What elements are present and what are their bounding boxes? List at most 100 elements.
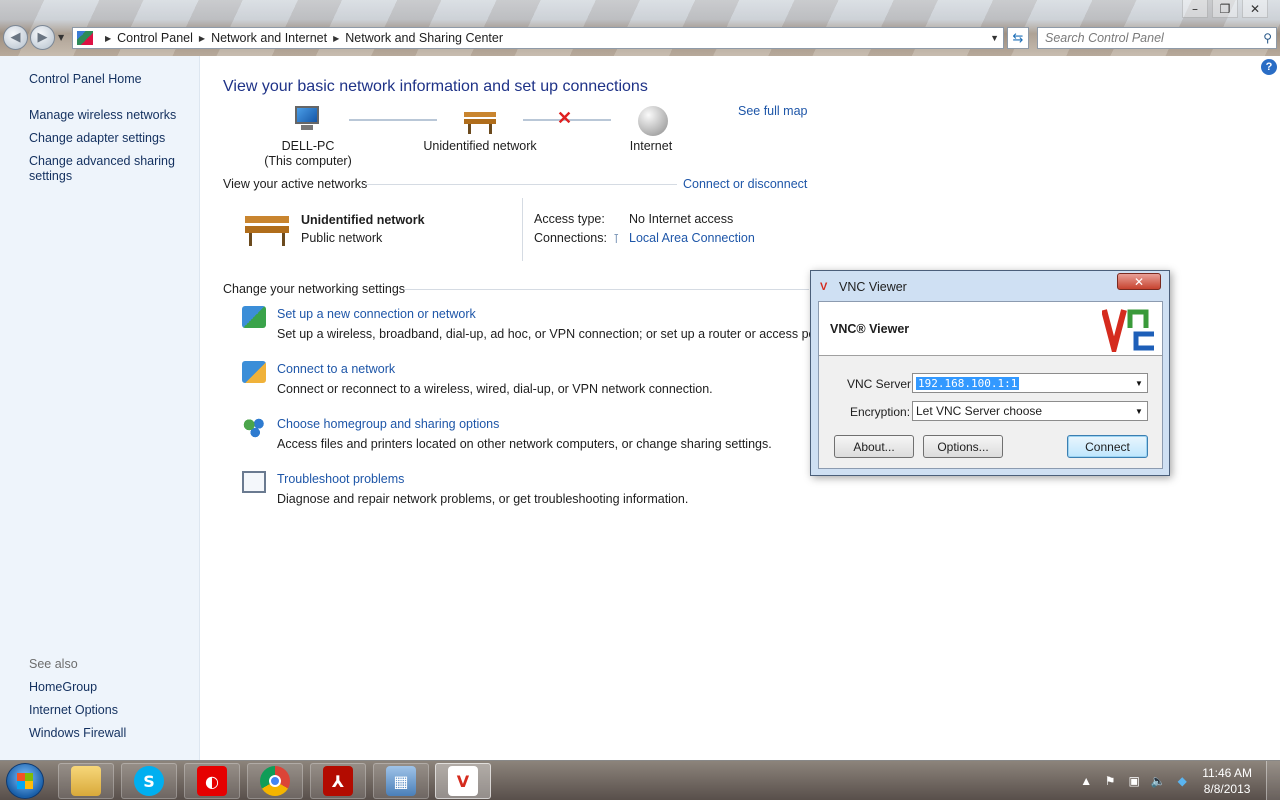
ethernet-plug-icon: ⊺ [613,232,620,246]
taskbar-network-center[interactable]: ▦ [373,763,429,799]
map-internet-label: Internet [629,139,673,153]
connect-to-network-desc: Connect or reconnect to a wireless, wire… [277,382,713,396]
vnc-server-combobox[interactable]: 192.168.100.1:1 ▼ [912,373,1148,393]
computer-icon[interactable] [291,106,323,132]
new-connection-icon [242,306,266,328]
encryption-value: Let VNC Server choose [916,404,1043,418]
sidebar-change-advanced-sharing[interactable]: Change advanced sharing settings [29,154,179,184]
dropbox-icon[interactable]: ◆ [1173,774,1191,788]
search-input[interactable]: Search Control Panel ⚲ [1037,27,1277,49]
breadcrumb-separator-icon[interactable]: ▶ [199,34,205,43]
vnc-logo-icon [1102,309,1154,352]
see-also-heading: See also [29,657,78,671]
sidebar-control-panel-home[interactable]: Control Panel Home [29,72,142,87]
search-icon[interactable]: ⚲ [1263,31,1272,45]
help-icon[interactable]: ? [1261,59,1277,75]
active-networks-heading: View your active networks [223,177,368,191]
window-titlebar: – ❐ ✕ ◀ ▶ ▼ ▶ Control Panel ▶ Network an… [0,0,1280,56]
connections-label: Connections: [534,231,607,245]
address-dropdown-icon[interactable]: ▼ [990,33,999,43]
windows-logo-icon [17,773,33,789]
chevron-down-icon[interactable]: ▼ [1131,407,1147,416]
network-bench-icon[interactable] [464,108,496,134]
divider [404,289,809,290]
show-desktop-button[interactable] [1266,761,1280,800]
minimize-button[interactable]: – [1182,0,1208,18]
system-tray: ▲ ⚑ ▣ 🔈 ◆ 11:46 AM 8/8/2013 [1074,761,1280,800]
taskbar-vodafone[interactable]: ◐ [184,763,240,799]
options-button[interactable]: Options... [923,435,1003,458]
see-full-map-link[interactable]: See full map [738,104,807,118]
network-icon[interactable]: ▣ [1125,774,1143,788]
page-title: View your basic network information and … [223,78,648,95]
vnc-server-label: VNC Server: [847,377,915,391]
breadcrumb-separator-icon[interactable]: ▶ [333,34,339,43]
taskbar-chrome[interactable] [247,763,303,799]
dialog-header-title: VNC® Viewer [830,322,910,336]
change-settings-heading: Change your networking settings [223,282,406,296]
sidebar-change-adapter-settings[interactable]: Change adapter settings [29,131,165,146]
sidebar-homegroup[interactable]: HomeGroup [29,680,97,695]
taskbar-acrobat[interactable]: ⅄ [310,763,366,799]
connect-button[interactable]: Connect [1067,435,1148,458]
homegroup-sharing-link[interactable]: Choose homegroup and sharing options [277,417,499,431]
back-button[interactable]: ◀ [3,25,28,50]
internet-globe-icon[interactable] [638,106,668,136]
taskbar-vnc-viewer[interactable]: V [435,763,491,799]
taskbar: S ◐ ⅄ ▦ V ▲ ⚑ ▣ 🔈 ◆ 11:46 AM 8/8/2013 [0,760,1280,800]
restore-button[interactable]: ❐ [1212,0,1238,18]
computer-name: DELL-PC [281,139,335,153]
connect-to-network-link[interactable]: Connect to a network [277,362,395,376]
sidebar-windows-firewall[interactable]: Windows Firewall [29,726,126,741]
sidebar-manage-wireless-networks[interactable]: Manage wireless networks [29,108,176,123]
vnc-viewer-dialog: V VNC Viewer ✕ VNC® Viewer VNC Server: 1… [810,270,1170,476]
access-type-label: Access type: [534,212,605,226]
sidebar: Control Panel Home Manage wireless netwo… [0,56,200,760]
dialog-header: VNC® Viewer [819,302,1162,356]
sidebar-internet-options[interactable]: Internet Options [29,703,118,718]
map-network-label: Unidentified network [423,139,537,153]
taskbar-explorer[interactable] [58,763,114,799]
dialog-title: VNC Viewer [839,280,907,294]
refresh-button[interactable]: ⇆ [1007,27,1029,49]
window-controls: – ❐ ✕ [1178,0,1268,18]
map-computer-label: DELL-PC (This computer) [253,139,363,169]
active-network-name: Unidentified network [301,213,425,227]
vnc-icon: V [448,766,478,796]
troubleshoot-link[interactable]: Troubleshoot problems [277,472,404,486]
breadcrumb-separator-icon[interactable]: ▶ [105,34,111,43]
forward-button[interactable]: ▶ [30,25,55,50]
taskbar-skype[interactable]: S [121,763,177,799]
skype-icon: S [134,766,164,796]
clock-time: 11:46 AM [1202,766,1252,780]
recent-pages-dropdown[interactable]: ▼ [58,33,64,42]
active-network-bench-icon [245,212,289,246]
refresh-icon: ⇆ [1012,30,1024,46]
volume-icon[interactable]: 🔈 [1149,774,1167,788]
vnc-app-icon: V [820,281,828,293]
chrome-icon [260,766,290,796]
show-hidden-icons-icon[interactable]: ▲ [1077,774,1095,788]
vnc-server-value[interactable]: 192.168.100.1:1 [916,376,1020,390]
active-network-type[interactable]: Public network [301,231,382,245]
breadcrumb-network-and-internet[interactable]: Network and Internet [211,31,327,45]
chevron-down-icon[interactable]: ▼ [1131,379,1147,388]
troubleshoot-desc: Diagnose and repair network problems, or… [277,492,689,506]
acrobat-icon: ⅄ [323,766,353,796]
divider [365,184,677,185]
dialog-close-button[interactable]: ✕ [1117,273,1161,290]
action-center-flag-icon[interactable]: ⚑ [1101,774,1119,788]
setup-new-connection-link[interactable]: Set up a new connection or network [277,307,476,321]
connect-or-disconnect-link[interactable]: Connect or disconnect [683,177,807,191]
clock[interactable]: 11:46 AM 8/8/2013 [1202,765,1252,797]
start-button[interactable] [6,763,44,799]
breadcrumb-network-sharing-center[interactable]: Network and Sharing Center [345,31,503,45]
encryption-label: Encryption: [850,405,911,419]
address-bar[interactable]: ▶ Control Panel ▶ Network and Internet ▶… [72,27,1004,49]
local-area-connection-link[interactable]: Local Area Connection [629,231,755,245]
folder-icon [71,766,101,796]
breadcrumb-control-panel[interactable]: Control Panel [117,31,193,45]
close-window-button[interactable]: ✕ [1242,0,1268,18]
about-button[interactable]: About... [834,435,914,458]
encryption-select[interactable]: Let VNC Server choose ▼ [912,401,1148,421]
